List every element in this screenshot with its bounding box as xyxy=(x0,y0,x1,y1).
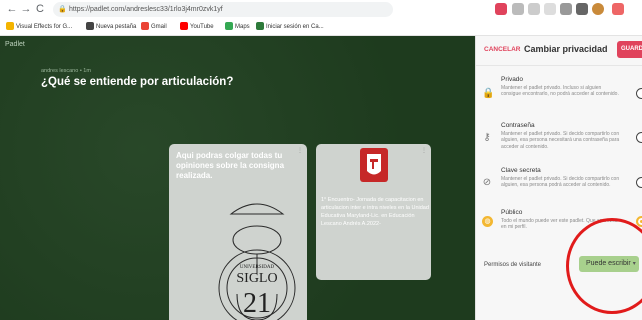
bookmark-maps[interactable]: Maps xyxy=(225,22,250,33)
address-bar[interactable]: https://padlet.com/andreslesc33/1rlo3j4m… xyxy=(53,2,393,17)
panel-title: Cambiar privacidad xyxy=(524,44,608,54)
bookmarks-bar: Visual Effects for G... Nueva pestaña Gm… xyxy=(0,20,642,35)
bookmark-nueva-pestana[interactable]: Nueva pestaña xyxy=(86,22,136,33)
forward-arrow-icon[interactable]: → xyxy=(19,2,33,16)
browser-toolbar: ← → C https://padlet.com/andreslesc33/1r… xyxy=(0,0,642,19)
star-icon xyxy=(6,22,14,31)
lock-icon: 🔒 xyxy=(58,6,67,13)
bookmark-star-icon[interactable] xyxy=(544,3,556,15)
post-text: Aqui podras colgar todas tu opiniones so… xyxy=(176,151,285,180)
shield-logo xyxy=(359,148,388,182)
eye-slash-icon: ⊘ xyxy=(482,177,492,188)
share-icon[interactable] xyxy=(512,3,524,15)
visitor-permissions-label: Permisos de visitante xyxy=(484,262,542,268)
bookmark-gmail[interactable]: Gmail xyxy=(141,22,167,33)
privacy-option-private[interactable]: 🔒 Privado Mantener el padlet privado. In… xyxy=(476,74,642,118)
avatar[interactable] xyxy=(592,3,604,15)
post-text: 1° Encuentro- Jornada de capacitacion en… xyxy=(321,197,429,227)
svg-text:21: 21 xyxy=(243,288,271,319)
svg-text:UNIVERSIDAD: UNIVERSIDAD xyxy=(240,265,275,270)
maps-pin-icon xyxy=(225,22,233,31)
menu-icon[interactable] xyxy=(612,3,624,15)
bookmark-visual-effects[interactable]: Visual Effects for G... xyxy=(6,22,72,33)
cancel-button[interactable]: CANCELAR xyxy=(484,46,520,53)
browser-chrome: ← → C https://padlet.com/andreslesc33/1r… xyxy=(0,0,642,36)
world-icon xyxy=(86,22,94,31)
padlet-board: Padlet andres lescano • 1m ¿Qué se entie… xyxy=(0,36,475,320)
reload-icon[interactable]: C xyxy=(33,2,47,16)
key-icon: ⚷ xyxy=(483,132,491,143)
lock-icon: 🔒 xyxy=(482,88,495,99)
padlet-logo[interactable]: Padlet xyxy=(5,41,25,48)
panel-header: CANCELAR Cambiar privacidad GUARDAR xyxy=(476,36,642,66)
post-card[interactable]: ⋮ Aqui podras colgar todas tu opiniones … xyxy=(169,144,307,320)
puzzle-icon[interactable] xyxy=(560,3,572,15)
save-button[interactable]: GUARDAR xyxy=(617,41,642,58)
radio-button[interactable] xyxy=(636,88,642,99)
board-title: ¿Qué se entiende por articulación? xyxy=(41,76,234,88)
translate-icon[interactable] xyxy=(528,3,540,15)
globe-icon: ◍ xyxy=(482,216,493,227)
back-arrow-icon[interactable]: ← xyxy=(5,2,19,16)
sidebar-icon[interactable] xyxy=(576,3,588,15)
privacy-option-password[interactable]: ⚷ Contraseña Mantener el padlet privado.… xyxy=(476,120,642,164)
svg-text:SIGLO: SIGLO xyxy=(236,271,277,286)
extension-icon[interactable] xyxy=(495,3,507,15)
post-image xyxy=(316,144,431,186)
university-logo: UNIVERSIDAD SIGLO 21 xyxy=(218,203,296,320)
post-card[interactable]: ⋮ 1° Encuentro- Jornada de capacitacion … xyxy=(316,144,431,280)
radio-button[interactable] xyxy=(636,177,642,188)
bookmark-youtube[interactable]: YouTube xyxy=(180,22,214,33)
gmail-icon xyxy=(141,22,149,31)
board-author: andres lescano • 1m xyxy=(41,68,91,74)
youtube-icon xyxy=(180,22,188,31)
privacy-option-secret[interactable]: ⊘ Clave secreta Mantener el padlet priva… xyxy=(476,165,642,209)
bookmark-canva[interactable]: Iniciar sesión en Ca... xyxy=(256,22,324,33)
radio-button[interactable] xyxy=(636,132,642,143)
canva-icon xyxy=(256,22,264,31)
